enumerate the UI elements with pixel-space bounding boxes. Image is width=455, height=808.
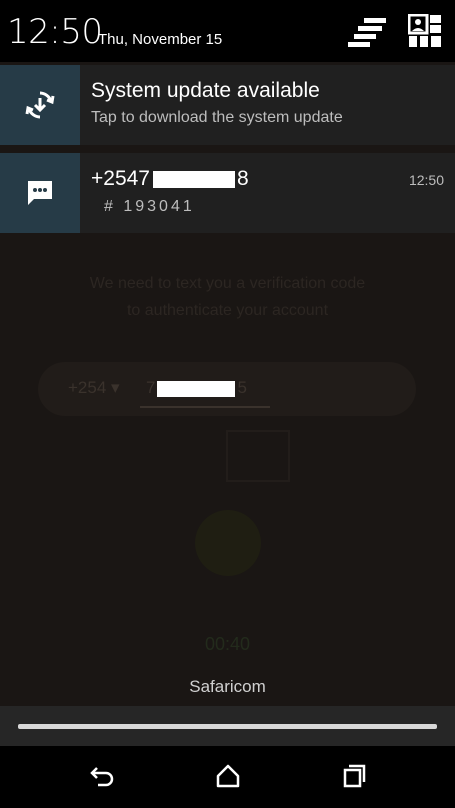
background-country-code: +254 ▾ bbox=[68, 378, 120, 397]
sender-prefix: +2547 bbox=[91, 167, 150, 190]
navigation-bar bbox=[0, 746, 455, 808]
home-icon[interactable] bbox=[214, 762, 242, 790]
carrier-label: Safaricom bbox=[189, 677, 266, 696]
background-phone-redaction bbox=[157, 380, 236, 397]
notification-icon-box bbox=[0, 153, 80, 233]
status-bar: 12:50 Thu, November 15 bbox=[0, 0, 455, 62]
notification-subtitle: Tap to download the system update bbox=[91, 109, 343, 126]
notification-time: 12:50 bbox=[408, 172, 444, 188]
notification-title: System update available bbox=[91, 79, 320, 102]
background-phone-suffix: 5 bbox=[237, 378, 247, 397]
background-phone-underline bbox=[140, 406, 270, 408]
message-icon bbox=[28, 181, 52, 205]
recents-icon[interactable] bbox=[340, 762, 368, 790]
background-bracket bbox=[226, 430, 290, 482]
clock: 12:50 bbox=[7, 12, 103, 52]
notification-icon-box bbox=[0, 65, 80, 145]
sender-redaction bbox=[152, 170, 235, 188]
settings-bars-icon[interactable] bbox=[348, 16, 388, 48]
background-button bbox=[195, 510, 261, 576]
back-icon[interactable] bbox=[88, 762, 116, 790]
background-instruction-line1: We need to text you a verification code bbox=[89, 275, 366, 292]
system-update-icon bbox=[25, 91, 55, 119]
background-timer: 00:40 bbox=[204, 634, 251, 654]
shade-handle[interactable] bbox=[18, 724, 437, 729]
sender-suffix: 8 bbox=[236, 167, 249, 190]
notification-system-update[interactable]: System update available Tap to download … bbox=[0, 65, 455, 145]
notification-sender: +2547 8 bbox=[91, 167, 249, 191]
quick-settings-icon[interactable] bbox=[408, 14, 442, 48]
notification-message[interactable]: +2547 8 # 193041 12:50 bbox=[0, 153, 455, 233]
background-phone-prefix: 7 bbox=[146, 378, 156, 397]
background-instruction-line2: to authenticate your account bbox=[126, 302, 329, 319]
date: Thu, November 15 bbox=[98, 31, 223, 48]
notification-message-text: # 193041 bbox=[104, 198, 195, 215]
background-phone-number: 75 bbox=[146, 378, 247, 398]
